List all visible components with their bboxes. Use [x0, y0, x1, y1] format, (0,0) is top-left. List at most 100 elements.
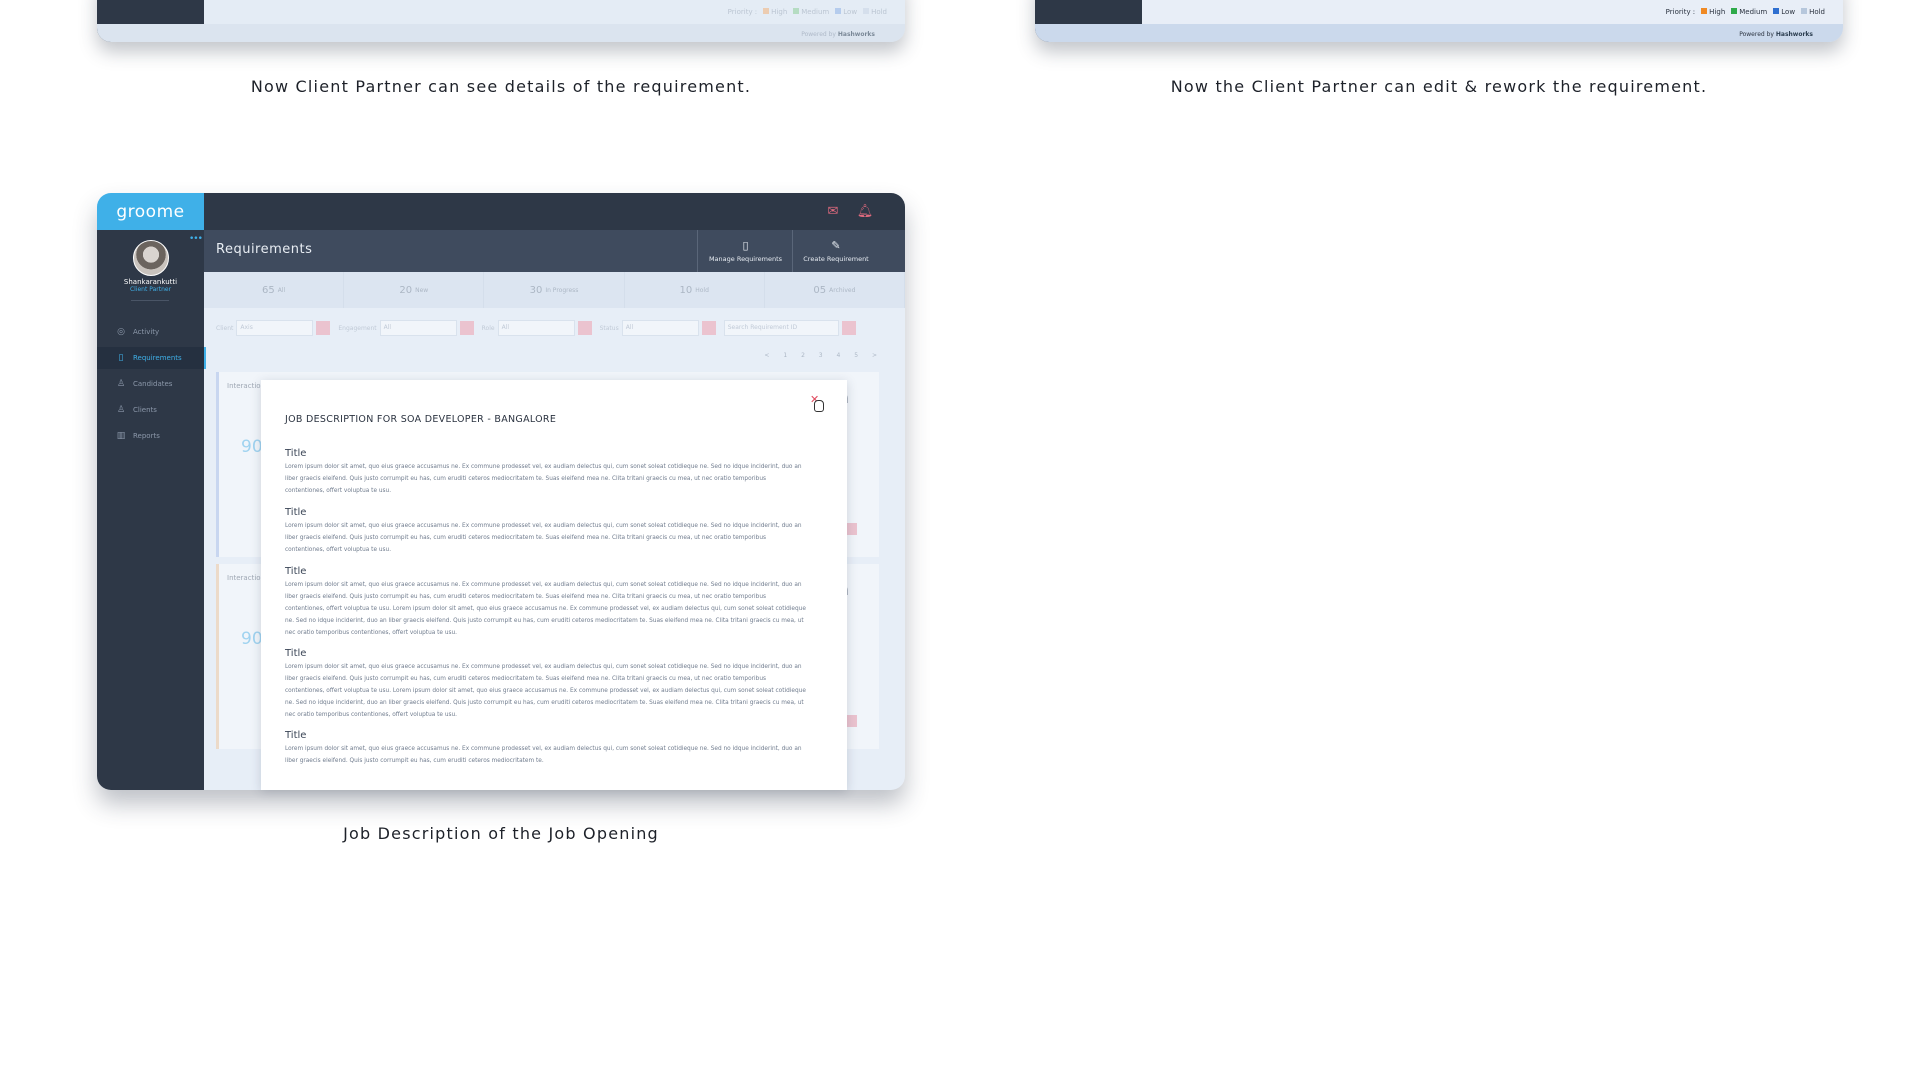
page-title: Requirements: [216, 242, 313, 257]
document-icon: ▯: [118, 353, 124, 363]
document-icon: ▯: [742, 239, 749, 252]
priority-legend: Priority : High Medium Low Hold: [1666, 8, 1825, 16]
jd-section: Title Lorem ipsum dolor sit amet, quo ei…: [285, 507, 807, 556]
create-requirement-button[interactable]: ✎ Create Requirement: [792, 230, 879, 272]
section-heading: Title: [285, 448, 307, 459]
caption-top-right: Now the Client Partner can edit & rework…: [1170, 77, 1708, 96]
card-count: 90: [241, 629, 263, 649]
bell-icon[interactable]: 🔔︎: [856, 203, 874, 219]
hand-cursor-icon: [814, 400, 824, 412]
tab-hold[interactable]: 10 Hold: [625, 272, 765, 308]
role-filter[interactable]: Role All: [482, 320, 592, 336]
section-body: Lorem ipsum dolor sit amet, quo eius gra…: [285, 582, 806, 636]
high-swatch: [763, 8, 770, 14]
mail-icon[interactable]: ✉: [824, 203, 842, 219]
section-body: Lorem ipsum dolor sit amet, quo eius gra…: [285, 664, 806, 718]
top-left-screenshot-frame: Priority : High Medium Low Hold Powered …: [97, 0, 905, 42]
hold-swatch: [1801, 8, 1808, 14]
legend-item-hold: Hold: [1801, 8, 1825, 16]
sidebar-item-requirements[interactable]: ▯ Requirements: [97, 347, 206, 369]
groome-logo[interactable]: groome: [97, 193, 204, 230]
sidebar-item-label: Requirements: [133, 354, 182, 362]
user-role: Client Partner: [129, 286, 172, 293]
top-bar: ✉ 🔔︎: [204, 193, 905, 230]
status-filter[interactable]: Status All: [600, 320, 716, 336]
dropdown-icon: [577, 321, 592, 335]
sidebar-item-label: Reports: [133, 432, 160, 440]
legend-label: Priority :: [727, 8, 758, 16]
section-heading: Title: [285, 648, 307, 659]
section-body: Lorem ipsum dolor sit amet, quo eius gra…: [285, 523, 802, 553]
button-label: Create Requirement: [803, 255, 869, 263]
activity-icon: ◎: [117, 327, 125, 337]
client-filter[interactable]: Client Axis: [216, 320, 331, 336]
candidates-icon: ♙: [116, 379, 126, 389]
search-icon: [841, 321, 856, 335]
dropdown-icon: [316, 321, 331, 335]
legend-label: Priority :: [1665, 8, 1696, 16]
jd-section: Title Lorem ipsum dolor sit amet, quo ei…: [285, 648, 807, 721]
tab-archived[interactable]: 05 Archived: [765, 272, 905, 308]
medium-swatch: [793, 8, 800, 14]
sidebar-item-label: Clients: [133, 406, 157, 414]
clients-icon: ♙: [116, 405, 126, 415]
more-options-icon[interactable]: •••: [189, 234, 203, 244]
sidebar-item-clients[interactable]: ♙ Clients: [97, 399, 204, 421]
sidebar-item-reports[interactable]: ▥ Reports: [97, 425, 204, 447]
legend-item-medium: Medium: [793, 8, 829, 16]
page-header: Requirements ▯ Manage Requirements ✎ Cre…: [204, 230, 905, 272]
create-document-icon: ✎: [831, 239, 841, 252]
sidebar-item-label: Candidates: [133, 380, 173, 388]
engagement-filter[interactable]: Engagement All: [338, 320, 474, 336]
filter-bar: Client Axis Engagement All Role All Status A…: [216, 320, 893, 336]
caption-bottom: Job Description of the Job Opening: [343, 824, 659, 843]
jd-section: Title Lorem ipsum dolor sit amet, quo ei…: [285, 448, 807, 497]
sidebar-item-label: Activity: [133, 328, 160, 336]
card-title: Interaction: [227, 382, 265, 390]
pagination[interactable]: < 1 2 3 4 5 >: [764, 352, 883, 359]
powered-by: Powered by Hashworks: [1739, 31, 1813, 38]
legend-item-hold: Hold: [863, 8, 887, 16]
low-swatch: [1773, 8, 1780, 14]
section-heading: Title: [285, 507, 307, 518]
sidebar-item-candidates[interactable]: ♙ Candidates: [97, 373, 204, 395]
dropdown-icon: [459, 321, 474, 335]
modal-title: JOB DESCRIPTION FOR SOA DEVELOPER - BANG…: [285, 414, 557, 425]
status-tabs: 65 All 20 New 30 In Progress 10 Hold 05 Archi…: [204, 272, 905, 308]
jd-section: Title Lorem ipsum dolor sit amet, quo ei…: [285, 730, 807, 767]
jd-section: Title Lorem ipsum dolor sit amet, quo ei…: [285, 566, 807, 639]
legend-item-high: High: [1701, 8, 1725, 16]
search-requirement-input[interactable]: Search Requirement ID: [723, 320, 856, 336]
priority-legend: Priority : High Medium Low Hold: [728, 8, 887, 16]
dropdown-icon: [701, 321, 716, 335]
job-description-modal: ✕ JOB DESCRIPTION FOR SOA DEVELOPER - BA…: [261, 380, 847, 790]
avatar[interactable]: [133, 240, 169, 276]
card-count: 90: [241, 437, 263, 457]
user-name: Shankarankutti: [123, 278, 178, 286]
card-title: Interaction: [227, 574, 265, 582]
hold-swatch: [863, 8, 870, 14]
footer-bar: [97, 24, 905, 42]
reports-icon: ▥: [116, 431, 126, 441]
legend-item-medium: Medium: [1731, 8, 1767, 16]
tab-new[interactable]: 20 New: [344, 272, 485, 308]
divider: [131, 300, 169, 301]
section-heading: Title: [285, 730, 307, 741]
button-label: Manage Requirements: [708, 255, 783, 263]
legend-item-low: Low: [1773, 8, 1795, 16]
section-body: Lorem ipsum dolor sit amet, quo eius gra…: [285, 746, 802, 764]
legend-item-low: Low: [835, 8, 857, 16]
section-heading: Title: [285, 566, 307, 577]
caption-top-left: Now Client Partner can see details of th…: [250, 77, 752, 96]
top-right-screenshot-frame: Priority : High Medium Low Hold Powered …: [1035, 0, 1843, 42]
powered-by: Powered by Hashworks: [801, 31, 875, 38]
manage-requirements-button[interactable]: ▯ Manage Requirements: [697, 230, 793, 272]
sidebar: ••• Shankarankutti Client Partner ◎ Acti…: [97, 230, 206, 790]
tab-in-progress[interactable]: 30 In Progress: [484, 272, 625, 308]
medium-swatch: [1731, 8, 1738, 14]
high-swatch: [1701, 8, 1708, 14]
sidebar-item-activity[interactable]: ◎ Activity: [97, 321, 204, 343]
section-body: Lorem ipsum dolor sit amet, quo eius gra…: [285, 464, 802, 494]
tab-all[interactable]: 65 All: [204, 272, 345, 308]
footer-bar: [1035, 24, 1843, 42]
